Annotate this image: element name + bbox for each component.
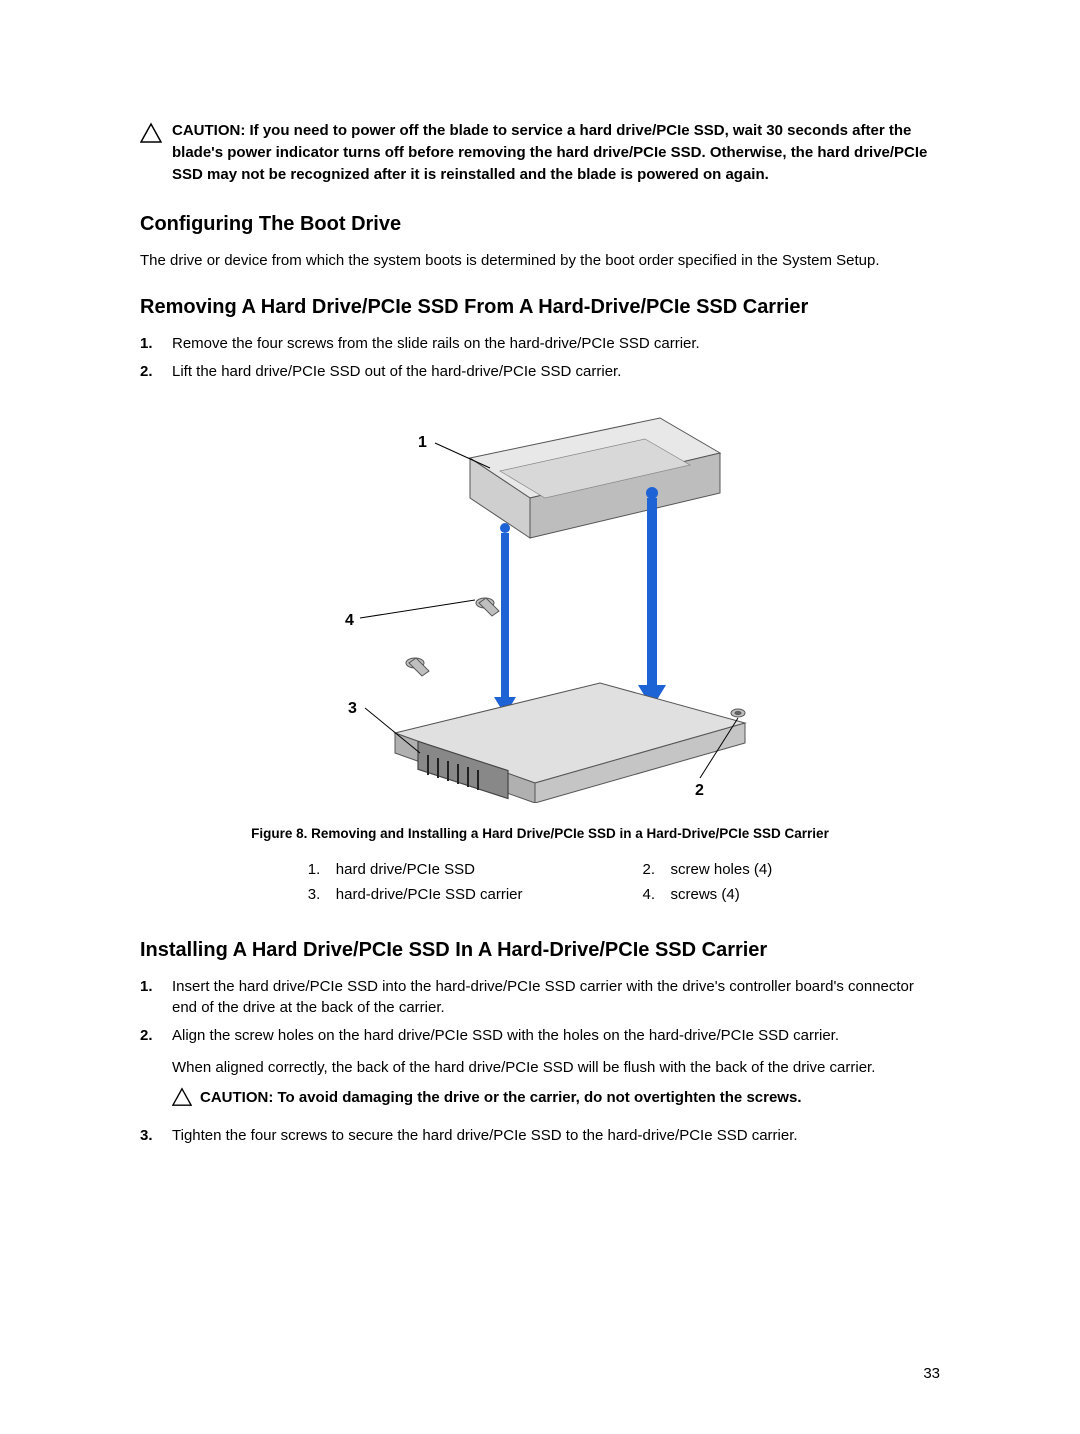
caution-icon	[172, 1087, 192, 1114]
step-number: 2.	[140, 361, 172, 383]
screw-graphic	[476, 598, 499, 616]
installing-steps-list: 1. Insert the hard drive/PCIe SSD into t…	[140, 976, 940, 1148]
callout-4: 4	[345, 612, 354, 629]
legend-text: screw holes (4)	[671, 861, 773, 878]
figure-container: 1 4 3 2	[140, 403, 940, 808]
step-text: Remove the four screws from the slide ra…	[172, 333, 940, 355]
arrow-down-icon	[494, 523, 516, 715]
carrier-graphic	[395, 683, 745, 803]
step-note: When aligned correctly, the back of the …	[172, 1057, 940, 1079]
legend-item: 3. hard-drive/PCIe SSD carrier	[308, 886, 523, 903]
callout-2: 2	[695, 782, 704, 799]
legend-number: 1.	[308, 861, 336, 878]
step-number: 1.	[140, 333, 172, 355]
step-text: Lift the hard drive/PCIe SSD out of the …	[172, 361, 940, 383]
figure-hard-drive-carrier: 1 4 3 2	[300, 403, 780, 803]
step-text: Insert the hard drive/PCIe SSD into the …	[172, 976, 940, 1020]
list-item: 1. Insert the hard drive/PCIe SSD into t…	[140, 976, 940, 1020]
caution-text: CAUTION: If you need to power off the bl…	[172, 120, 940, 185]
removing-steps-list: 1. Remove the four screws from the slide…	[140, 333, 940, 383]
heading-configuring-boot-drive: Configuring The Boot Drive	[140, 213, 940, 236]
caution-icon	[140, 122, 162, 149]
step-text: Tighten the four screws to secure the ha…	[172, 1125, 940, 1147]
legend-text: hard drive/PCIe SSD	[336, 861, 475, 878]
caution-text: CAUTION: To avoid damaging the drive or …	[200, 1087, 802, 1109]
legend-number: 4.	[643, 886, 671, 903]
step-main: Align the screw holes on the hard drive/…	[172, 1027, 839, 1044]
step-number: 1.	[140, 976, 172, 998]
boot-drive-description: The drive or device from which the syste…	[140, 250, 940, 272]
legend-text: hard-drive/PCIe SSD carrier	[336, 886, 523, 903]
step-number: 2.	[140, 1025, 172, 1047]
callout-1: 1	[418, 434, 427, 451]
callout-3: 3	[348, 700, 357, 717]
legend-item: 1. hard drive/PCIe SSD	[308, 861, 523, 878]
page-number: 33	[923, 1365, 940, 1382]
arrow-down-icon	[638, 487, 666, 708]
figure-caption: Figure 8. Removing and Installing a Hard…	[140, 826, 940, 841]
hard-drive-ssd-graphic	[470, 418, 720, 538]
figure-legend: 1. hard drive/PCIe SSD 3. hard-drive/PCI…	[140, 861, 940, 911]
list-item: 1. Remove the four screws from the slide…	[140, 333, 940, 355]
list-item: 2. Align the screw holes on the hard dri…	[140, 1025, 940, 1119]
legend-item: 4. screws (4)	[643, 886, 773, 903]
list-item: 3. Tighten the four screws to secure the…	[140, 1125, 940, 1147]
heading-removing-hard-drive: Removing A Hard Drive/PCIe SSD From A Ha…	[140, 296, 940, 319]
legend-item: 2. screw holes (4)	[643, 861, 773, 878]
screw-hole-graphic	[731, 709, 745, 717]
heading-installing-hard-drive: Installing A Hard Drive/PCIe SSD In A Ha…	[140, 939, 940, 962]
step-text: Align the screw holes on the hard drive/…	[172, 1025, 940, 1119]
screw-graphic	[406, 658, 429, 676]
legend-number: 3.	[308, 886, 336, 903]
legend-number: 2.	[643, 861, 671, 878]
caution-power-off: CAUTION: If you need to power off the bl…	[140, 120, 940, 185]
legend-text: screws (4)	[671, 886, 740, 903]
caution-overtighten: CAUTION: To avoid damaging the drive or …	[172, 1087, 940, 1114]
list-item: 2. Lift the hard drive/PCIe SSD out of t…	[140, 361, 940, 383]
step-number: 3.	[140, 1125, 172, 1147]
